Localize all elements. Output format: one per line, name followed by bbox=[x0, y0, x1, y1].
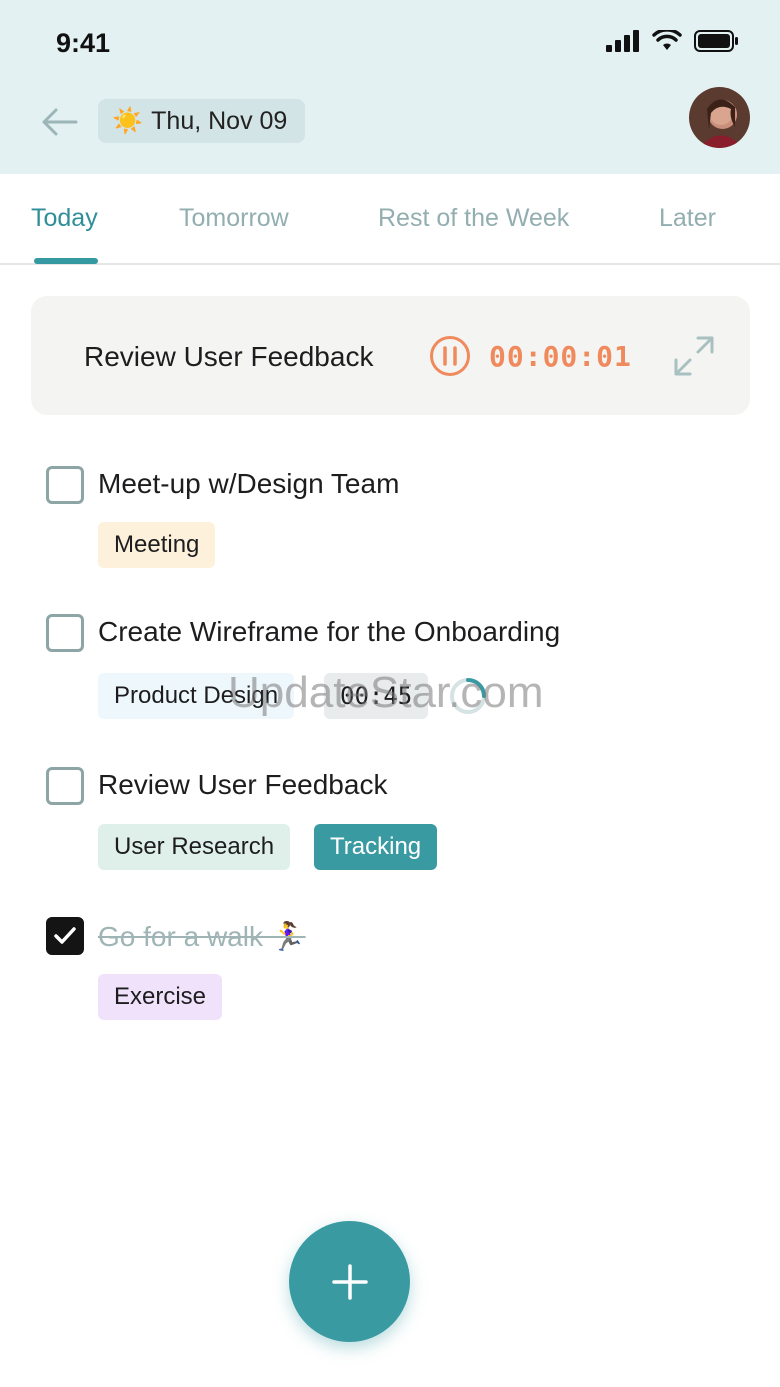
task-checkbox[interactable] bbox=[46, 767, 84, 805]
date-selector[interactable]: ☀️ Thu, Nov 09 bbox=[98, 99, 305, 143]
active-timer-card[interactable]: Review User Feedback 00:00:01 bbox=[31, 296, 750, 415]
wifi-icon bbox=[652, 30, 682, 50]
timer-elapsed: 00:00:01 bbox=[489, 340, 632, 373]
checkmark-icon bbox=[54, 927, 76, 944]
user-photo-icon bbox=[699, 99, 743, 148]
sun-icon: ☀️ bbox=[112, 106, 144, 135]
task-title[interactable]: Create Wireframe for the Onboarding bbox=[98, 616, 560, 648]
tag-exercise[interactable]: Exercise bbox=[98, 974, 223, 1020]
plus-icon bbox=[331, 1263, 368, 1300]
tab-bar: Today Tomorrow Rest of the Week Later bbox=[0, 174, 780, 265]
active-timer-task: Review User Feedback bbox=[84, 341, 374, 372]
battery-icon bbox=[694, 30, 738, 52]
active-tab-indicator bbox=[34, 258, 98, 264]
date-label: Thu, Nov 09 bbox=[151, 106, 288, 135]
tag-meeting[interactable]: Meeting bbox=[98, 522, 216, 568]
back-button[interactable] bbox=[36, 100, 84, 144]
add-task-button[interactable] bbox=[289, 1221, 410, 1342]
task-checkbox[interactable] bbox=[46, 614, 84, 652]
tag-product-design[interactable]: Product Design bbox=[98, 673, 295, 719]
task-title[interactable]: Go for a walk 🏃‍♀️ bbox=[98, 920, 306, 953]
tag-tracking[interactable]: Tracking bbox=[314, 824, 438, 870]
pause-icon[interactable] bbox=[429, 335, 471, 377]
expand-icon[interactable] bbox=[672, 334, 716, 378]
status-icons bbox=[606, 30, 740, 52]
tab-today[interactable]: Today bbox=[31, 204, 98, 233]
avatar[interactable] bbox=[689, 87, 750, 148]
task-duration: 00:45 bbox=[324, 673, 429, 719]
task-title[interactable]: Review User Feedback bbox=[98, 769, 387, 801]
tab-later[interactable]: Later bbox=[659, 204, 716, 233]
tab-rest-of-week[interactable]: Rest of the Week bbox=[378, 204, 569, 233]
tab-tomorrow[interactable]: Tomorrow bbox=[179, 204, 289, 233]
status-time: 9:41 bbox=[56, 28, 111, 58]
arrow-left-icon bbox=[42, 108, 78, 136]
task-title[interactable]: Meet-up w/Design Team bbox=[98, 468, 399, 500]
tag-user-research[interactable]: User Research bbox=[98, 824, 291, 870]
cellular-signal-icon bbox=[606, 30, 639, 52]
loading-spinner-icon bbox=[450, 678, 486, 714]
task-checkbox-checked[interactable] bbox=[46, 917, 84, 955]
app-header: 9:41 ☀️ Thu, Nov 09 bbox=[0, 0, 780, 174]
task-checkbox[interactable] bbox=[46, 466, 84, 504]
